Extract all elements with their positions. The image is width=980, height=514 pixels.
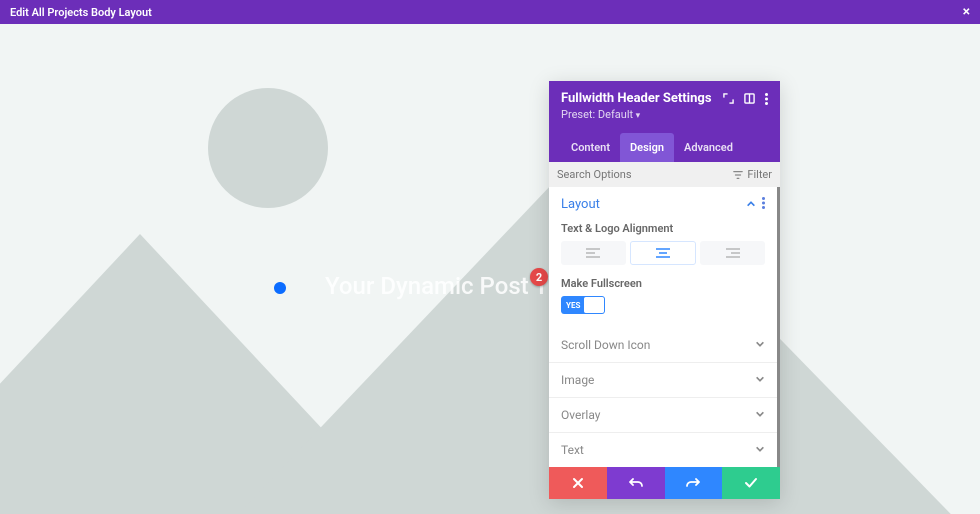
toggle-knob xyxy=(584,297,604,313)
fullscreen-label: Make Fullscreen xyxy=(561,277,765,290)
chevron-up-icon xyxy=(746,198,756,212)
section-image[interactable]: Image xyxy=(549,363,777,398)
alignment-label: Text & Logo Alignment xyxy=(561,222,765,235)
panel-header: Fullwidth Header Settings Preset: Defaul… xyxy=(549,81,780,162)
expand-icon[interactable] xyxy=(723,93,734,104)
panel-body: Layout Text & Logo Alignment xyxy=(549,187,780,467)
search-input[interactable] xyxy=(557,168,677,181)
section-text[interactable]: Text xyxy=(549,433,777,467)
align-right-button[interactable] xyxy=(700,241,765,265)
responsive-icon[interactable] xyxy=(744,93,755,104)
preset-selector[interactable]: Preset: Default ▾ xyxy=(561,108,768,129)
dynamic-content-icon[interactable] xyxy=(274,282,286,294)
menu-icon[interactable] xyxy=(765,93,768,105)
panel-footer xyxy=(549,467,780,499)
panel-title: Fullwidth Header Settings xyxy=(561,91,712,106)
tab-content[interactable]: Content xyxy=(561,133,620,162)
chevron-down-icon xyxy=(755,338,765,352)
chevron-down-icon xyxy=(755,408,765,422)
section-menu-icon[interactable] xyxy=(762,197,765,212)
align-left-button[interactable] xyxy=(561,241,626,265)
section-layout-head[interactable]: Layout xyxy=(549,187,777,222)
top-bar: Edit All Projects Body Layout × xyxy=(0,0,980,24)
search-row: Filter xyxy=(549,162,780,187)
align-center-button[interactable] xyxy=(630,241,697,265)
top-bar-title: Edit All Projects Body Layout xyxy=(10,6,152,19)
close-icon[interactable]: × xyxy=(963,4,970,20)
cancel-button[interactable] xyxy=(549,467,607,499)
fullscreen-toggle[interactable]: YES xyxy=(561,296,605,314)
tab-design[interactable]: Design xyxy=(620,133,674,162)
callout-badge-2: 2 xyxy=(530,268,548,286)
alignment-row xyxy=(561,241,765,265)
tab-advanced[interactable]: Advanced xyxy=(674,133,743,162)
save-button[interactable] xyxy=(722,467,780,499)
redo-button[interactable] xyxy=(665,467,723,499)
chevron-down-icon xyxy=(755,443,765,457)
undo-button[interactable] xyxy=(607,467,665,499)
settings-panel: Fullwidth Header Settings Preset: Defaul… xyxy=(549,81,780,499)
section-scroll-down[interactable]: Scroll Down Icon xyxy=(549,328,777,363)
filter-button[interactable]: Filter xyxy=(733,168,772,181)
section-layout-body: Text & Logo Alignment Make Fullscreen YE… xyxy=(549,222,777,328)
placeholder-image-shape xyxy=(0,24,980,514)
section-overlay[interactable]: Overlay xyxy=(549,398,777,433)
chevron-down-icon xyxy=(755,373,765,387)
tabs: Content Design Advanced xyxy=(561,129,768,162)
canvas xyxy=(0,24,980,514)
